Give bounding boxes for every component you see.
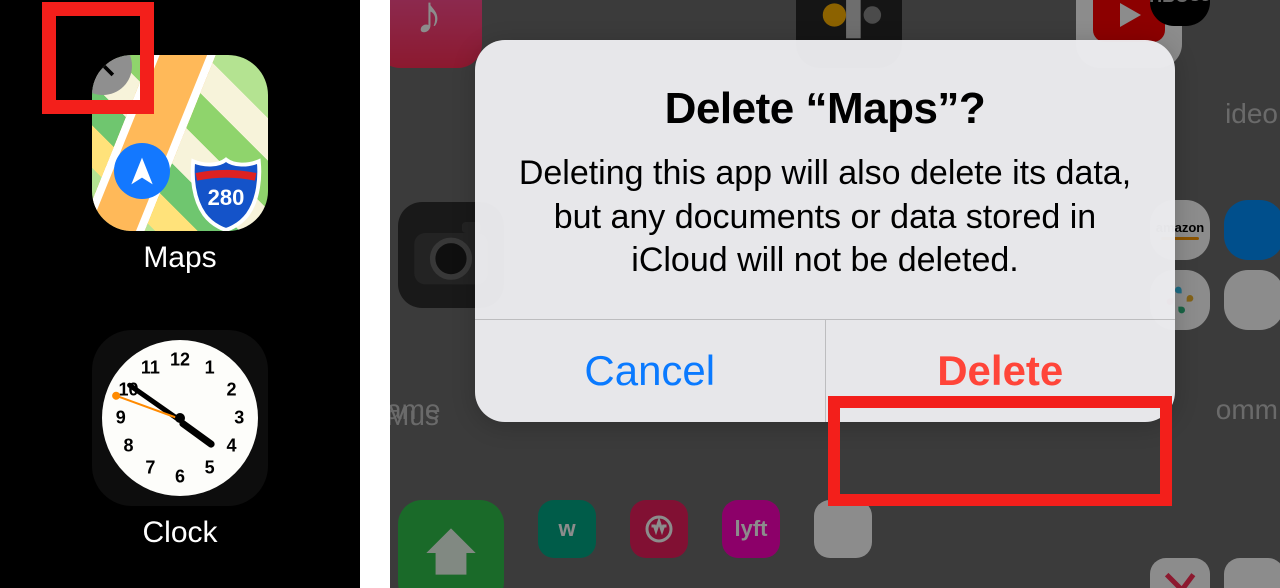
app-slot-maps[interactable]: 280 ✕ Maps [70,55,290,275]
clock-face-icon: 12 1 2 3 4 5 6 7 8 9 10 11 [102,340,258,496]
alert-message: Deleting this app will also delete its d… [511,152,1139,283]
clock-app-icon[interactable]: 12 1 2 3 4 5 6 7 8 9 10 11 [92,330,268,506]
close-icon: ✕ [92,55,119,89]
route-number: 280 [187,185,265,211]
cancel-button[interactable]: Cancel [475,320,825,422]
maps-app-icon[interactable]: 280 ✕ [92,55,268,231]
delete-app-alert: Delete “Maps”? Deleting this app will al… [475,40,1175,422]
app-label-clock: Clock [70,516,290,550]
app-slot-clock[interactable]: 12 1 2 3 4 5 6 7 8 9 10 11 Clock [70,330,290,550]
app-label-maps: Maps [70,241,290,275]
navigation-arrow-icon [114,143,170,199]
bg-label-community: omm [1216,394,1278,426]
bg-label-camera: ame [390,394,440,426]
delete-button[interactable]: Delete [825,320,1176,422]
panel-divider [360,0,390,588]
bg-label-video: ideo [1225,98,1278,130]
home-screen-jiggle: 280 ✕ Maps 12 1 2 3 4 5 6 7 [0,0,360,588]
route-shield-icon: 280 [187,155,265,231]
alert-title: Delete “Maps”? [511,84,1139,134]
delete-app-badge[interactable]: ✕ [92,55,132,95]
delete-confirmation-screen: ♪ HBOGO [390,0,1280,588]
